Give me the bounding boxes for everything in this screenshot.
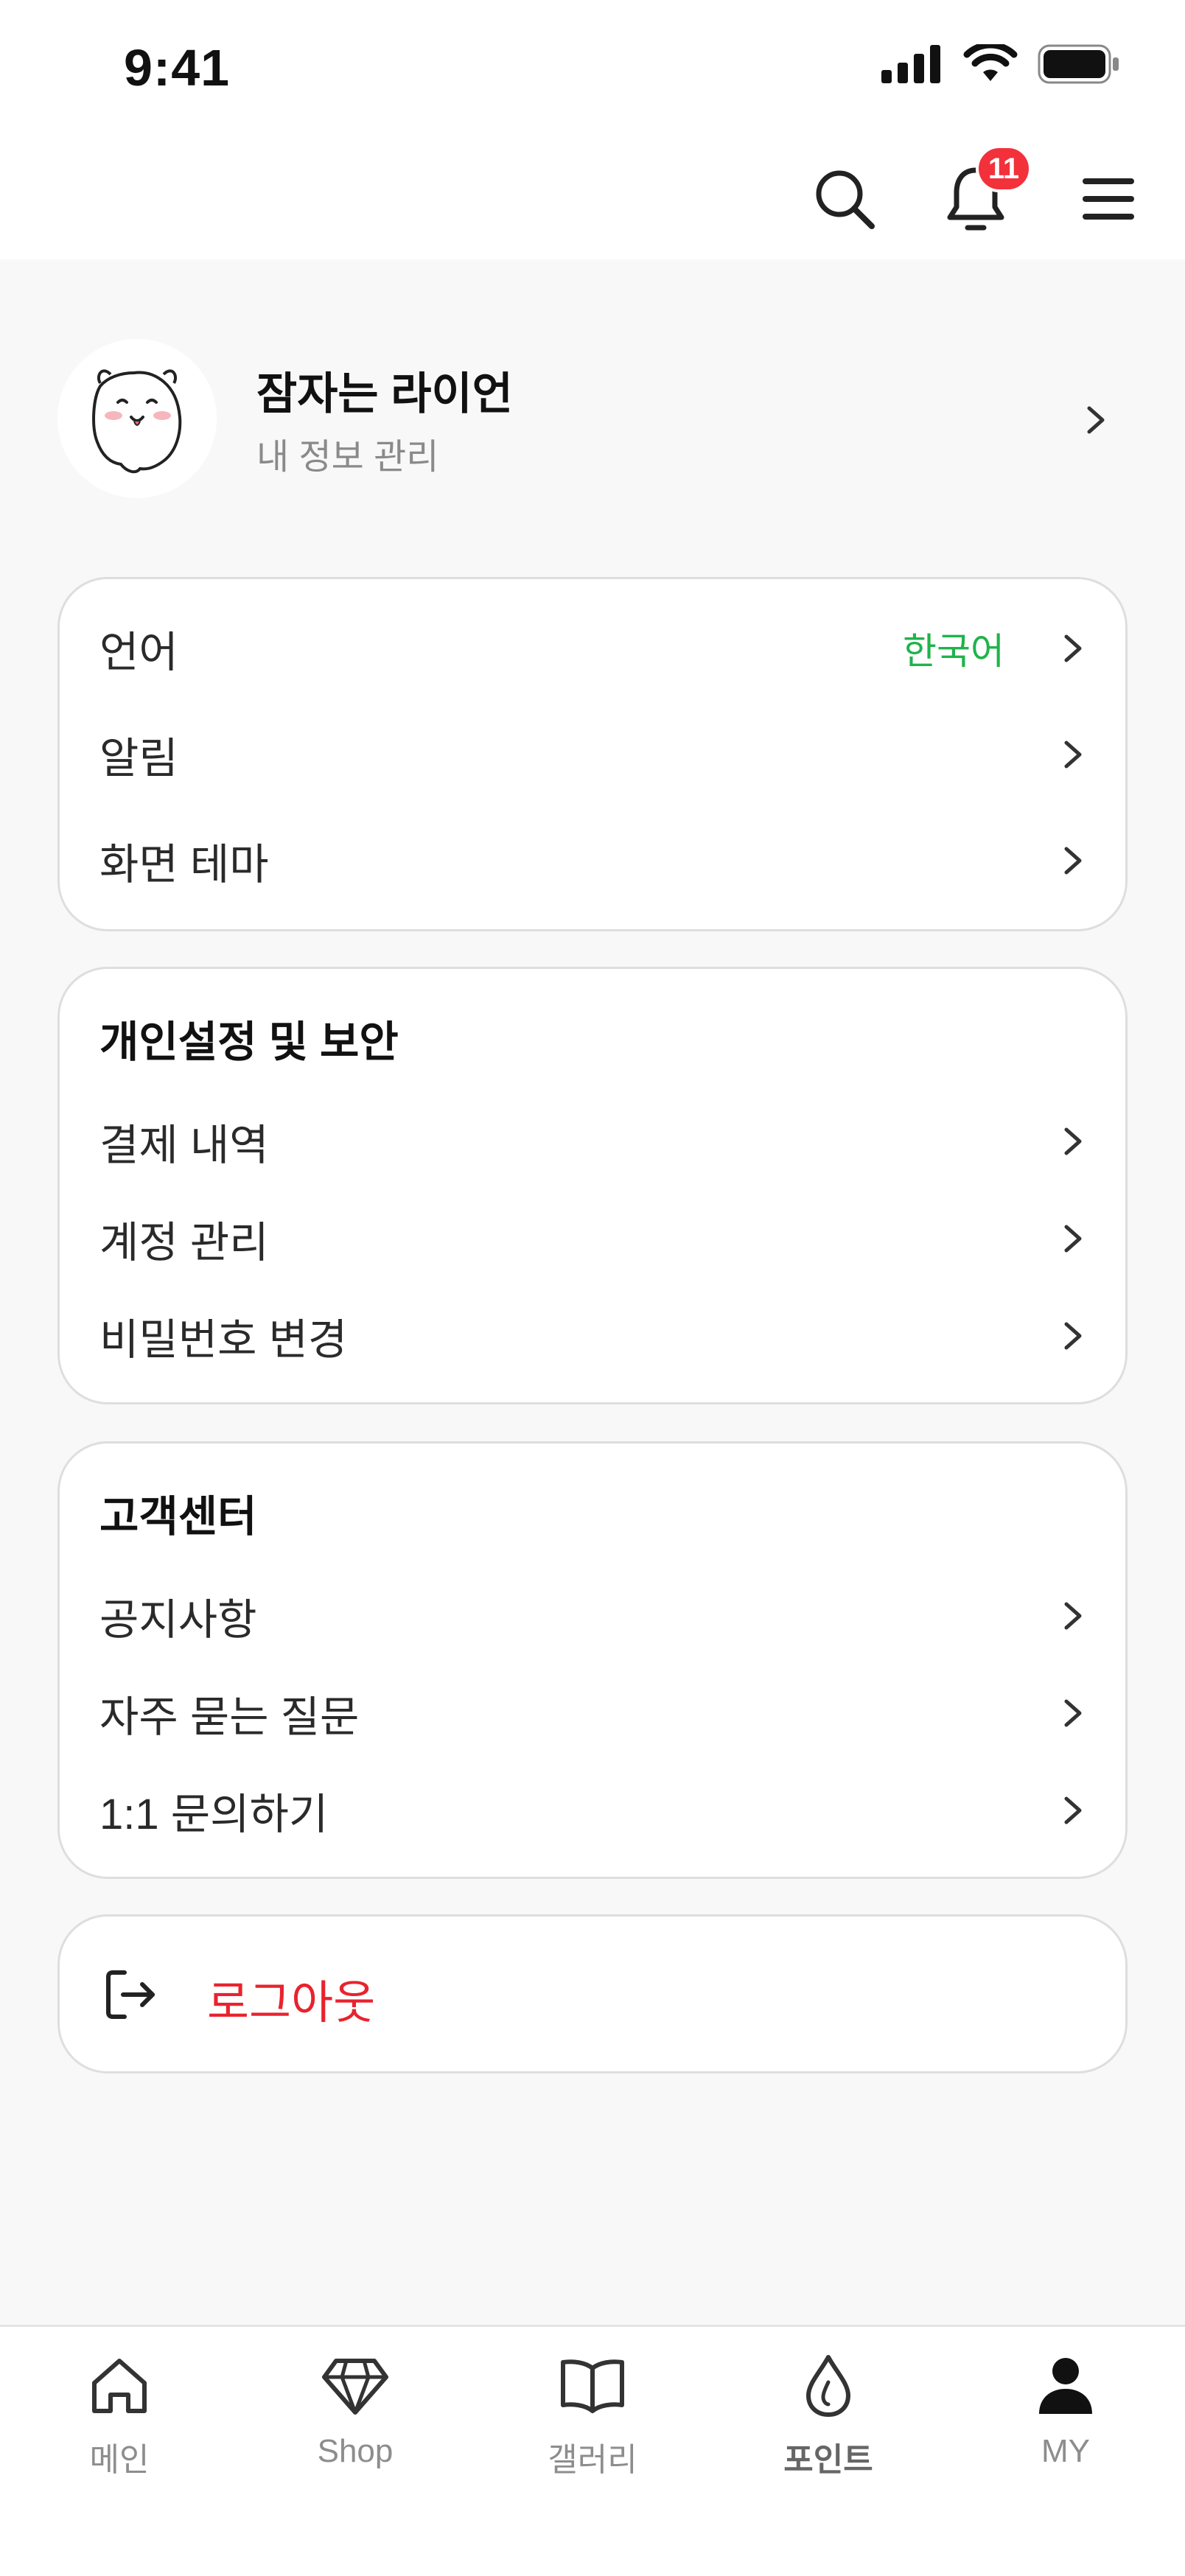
theme-label: 화면 테마	[99, 841, 269, 889]
status-time: 9:41	[124, 39, 231, 97]
diamond-icon	[318, 2349, 392, 2423]
home-icon	[83, 2349, 156, 2423]
inquiry-label: 1:1 문의하기	[99, 1791, 329, 1838]
customer-center-card: 고객센터 공지사항 자주 묻는 질문 1:1 문의하기	[57, 1441, 1128, 1879]
nav-item-gallery[interactable]: 갤러리	[504, 2349, 681, 2496]
chevron-right-icon	[1064, 634, 1082, 662]
nav-item-main[interactable]: 메인	[31, 2349, 208, 2496]
chevron-right-icon	[1064, 741, 1082, 769]
payment-history-label: 결제 내역	[99, 1121, 269, 1169]
chevron-right-icon	[1064, 1322, 1082, 1350]
account-management-row[interactable]: 계정 관리	[99, 1202, 1086, 1275]
inquiry-row[interactable]: 1:1 문의하기	[99, 1774, 1086, 1847]
payment-history-row[interactable]: 결제 내역	[99, 1105, 1086, 1178]
chevron-right-icon	[1064, 1602, 1082, 1630]
wifi-icon	[963, 44, 1018, 81]
language-label: 언어	[99, 629, 178, 676]
chevron-right-icon	[1064, 1127, 1082, 1155]
profile-name: 잠자는 라이언	[256, 369, 513, 419]
person-icon	[1029, 2349, 1102, 2423]
logout-icon	[106, 1970, 155, 2019]
profile-subtitle: 내 정보 관리	[256, 438, 439, 477]
status-icons	[881, 44, 1120, 84]
nav-label-gallery: 갤러리	[548, 2442, 637, 2478]
notification-settings-row[interactable]: 알림	[99, 718, 1086, 791]
avatar	[57, 339, 217, 498]
profile-row[interactable]: 잠자는 라이언 내 정보 관리	[57, 336, 1128, 501]
language-row[interactable]: 언어 한국어	[99, 612, 1086, 685]
notice-label: 공지사항	[99, 1596, 257, 1644]
chevron-right-icon	[1064, 1225, 1082, 1253]
language-value: 한국어	[903, 631, 1004, 672]
notification-badge: 11	[976, 145, 1032, 192]
nav-item-shop[interactable]: Shop	[267, 2349, 444, 2496]
notification-settings-label: 알림	[99, 735, 178, 783]
chevron-right-icon	[1064, 1699, 1082, 1727]
drop-icon	[791, 2349, 865, 2423]
hamburger-menu-icon[interactable]	[1072, 162, 1145, 236]
status-bar: 9:41	[0, 0, 1185, 133]
logout-button[interactable]: 로그아웃	[57, 1914, 1128, 2073]
search-icon[interactable]	[808, 162, 881, 236]
nav-label-main: 메인	[89, 2442, 150, 2478]
signal-icon	[881, 45, 940, 83]
nav-item-points[interactable]: 포인트	[740, 2349, 917, 2496]
nav-item-my[interactable]: MY	[977, 2349, 1154, 2496]
chevron-right-icon	[1064, 1796, 1082, 1824]
bottom-nav: 메인 Shop 갤러리 포인트 MY	[0, 2325, 1185, 2576]
nav-label-shop: Shop	[317, 2433, 394, 2469]
nav-label-points: 포인트	[783, 2442, 873, 2478]
book-icon	[556, 2349, 629, 2423]
nav-label-my: MY	[1041, 2433, 1090, 2469]
logout-label: 로그아웃	[207, 1978, 376, 2029]
account-management-label: 계정 관리	[99, 1219, 269, 1267]
privacy-security-card: 개인설정 및 보안 결제 내역 계정 관리 비밀번호 변경	[57, 967, 1128, 1404]
faq-label: 자주 묻는 질문	[99, 1693, 360, 1741]
faq-row[interactable]: 자주 묻는 질문	[99, 1676, 1086, 1750]
battery-icon	[1038, 44, 1119, 84]
theme-row[interactable]: 화면 테마	[99, 824, 1086, 897]
support-card-title: 고객센터	[99, 1493, 257, 1541]
privacy-card-title: 개인설정 및 보안	[99, 1018, 399, 1066]
settings-card: 언어 한국어 알림 화면 테마	[57, 577, 1128, 931]
chevron-right-icon	[1087, 406, 1105, 434]
chevron-right-icon	[1064, 847, 1082, 875]
notice-row[interactable]: 공지사항	[99, 1579, 1086, 1653]
change-password-row[interactable]: 비밀번호 변경	[99, 1299, 1086, 1373]
change-password-label: 비밀번호 변경	[99, 1316, 348, 1364]
